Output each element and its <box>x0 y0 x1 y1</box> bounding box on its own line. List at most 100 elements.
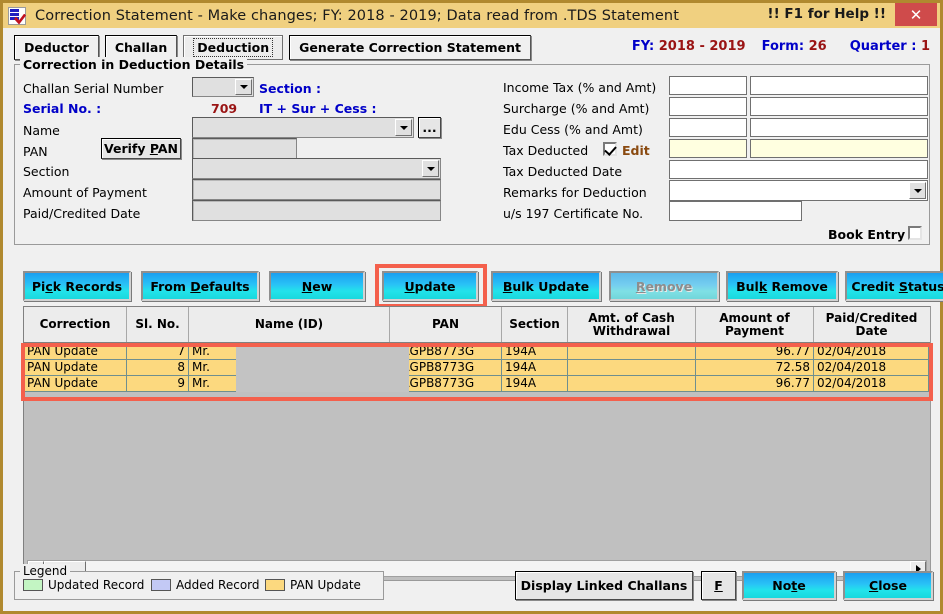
fy-value: 2018 - 2019 <box>658 39 746 54</box>
new-label: New <box>301 278 333 294</box>
grid-col-paid-credited-date[interactable]: Paid/Credited Date <box>814 307 929 342</box>
cell-cash-withdrawal <box>568 376 696 392</box>
chevron-down-icon[interactable] <box>422 160 439 177</box>
legend-item-updated-record: Updated Record <box>23 578 144 592</box>
remove-label: Remove <box>635 278 693 294</box>
verify-pan-button[interactable]: Verify PAN <box>101 138 181 159</box>
income-tax-percent-input[interactable] <box>669 76 747 95</box>
cell-date: 02/04/2018 <box>814 360 929 376</box>
cell-sl-no: 7 <box>127 344 189 360</box>
section-combo[interactable] <box>192 158 441 179</box>
book-entry-label: Book Entry <box>828 227 906 242</box>
tax-deducted-date-input[interactable] <box>669 160 928 179</box>
verify-pan-label: Verify PAN <box>103 141 178 156</box>
note-button[interactable]: Note <box>742 571 836 600</box>
tax-deducted-percent-input[interactable] <box>669 139 747 158</box>
grid-body: PAN Update 7 Mr. AAGPB8773G 194A 96.77 0… <box>24 344 930 392</box>
amount-of-payment-input[interactable] <box>192 179 441 200</box>
tds-document-check-icon <box>8 6 26 25</box>
display-linked-challans-button[interactable]: Display Linked Challans <box>515 571 693 600</box>
update-label: Update <box>404 278 456 294</box>
remarks-for-deduction-combo[interactable] <box>669 180 928 201</box>
tab-generate-correction-statement[interactable]: Generate Correction Statement <box>289 35 531 60</box>
cell-section: 194A <box>502 360 568 376</box>
pick-records-label: Pick Records <box>31 278 123 294</box>
table-row[interactable]: PAN Update 7 Mr. AAGPB8773G 194A 96.77 0… <box>24 344 930 360</box>
table-row[interactable]: PAN Update 8 Mr. AAGPB8773G 194A 72.58 0… <box>24 360 930 376</box>
label-surcharge: Surcharge (% and Amt) <box>503 101 650 116</box>
grid-col-pan[interactable]: PAN <box>390 307 502 342</box>
legend-swatch-added <box>151 579 171 591</box>
grid-col-amount-of-payment[interactable]: Amount of Payment <box>696 307 814 342</box>
cell-date: 02/04/2018 <box>814 344 929 360</box>
label-us-197-certificate-no: u/s 197 Certificate No. <box>503 206 644 221</box>
tab-deductor-label: Deductor <box>24 40 89 55</box>
window-title: Correction Statement - Make changes; FY:… <box>35 7 679 24</box>
legend-label-added: Added Record <box>176 578 260 592</box>
close-icon[interactable]: ✕ <box>895 3 937 26</box>
grid-col-section[interactable]: Section <box>502 307 568 342</box>
name-browse-button[interactable]: ... <box>418 117 441 138</box>
cell-date: 02/04/2018 <box>814 376 929 392</box>
chevron-down-icon[interactable] <box>395 119 412 136</box>
close-button[interactable]: Close <box>843 571 933 600</box>
edu-cess-percent-input[interactable] <box>669 118 747 137</box>
table-row[interactable]: PAN Update 9 Mr. AAGPB8773G 194A 96.77 0… <box>24 376 930 392</box>
label-section-display: Section : <box>259 81 321 96</box>
us-197-certificate-no-input[interactable] <box>669 201 802 221</box>
grid-col-correction[interactable]: Correction <box>24 307 127 342</box>
credit-status-button[interactable]: Credit Status <box>845 271 943 301</box>
remove-button: Remove <box>609 271 719 301</box>
challan-serial-number-combo[interactable] <box>192 77 254 97</box>
grid-header-row: Correction Sl. No. Name (ID) PAN Section… <box>24 307 930 343</box>
cell-sl-no: 9 <box>127 376 189 392</box>
surcharge-percent-input[interactable] <box>669 97 747 116</box>
tax-deducted-amount-input[interactable] <box>750 139 928 158</box>
tab-generate-correction-statement-label: Generate Correction Statement <box>299 40 521 55</box>
f-button[interactable]: F <box>701 571 736 600</box>
from-defaults-button[interactable]: From Defaults <box>141 271 259 301</box>
label-remarks-for-deduction: Remarks for Deduction <box>503 185 647 200</box>
label-name: Name <box>23 123 60 138</box>
chevron-down-icon[interactable] <box>235 79 252 95</box>
name-combo[interactable] <box>192 117 414 138</box>
label-income-tax: Income Tax (% and Amt) <box>503 80 657 95</box>
grid-col-cash-withdrawal[interactable]: Amt. of Cash Withdrawal <box>568 307 696 342</box>
label-serial-no: Serial No. : <box>23 101 102 116</box>
grid-col-sl-no[interactable]: Sl. No. <box>127 307 189 342</box>
legend-title: Legend <box>20 564 71 578</box>
cell-amount: 96.77 <box>696 376 814 392</box>
book-entry-checkbox[interactable] <box>908 226 922 240</box>
edu-cess-amount-input[interactable] <box>750 118 928 137</box>
cell-cash-withdrawal <box>568 360 696 376</box>
group-title: Correction in Deduction Details <box>20 57 248 72</box>
edit-checkbox-label: Edit <box>622 143 650 158</box>
bulk-remove-label: Bulk Remove <box>736 278 828 294</box>
label-amount-of-payment: Amount of Payment <box>23 185 147 200</box>
form-value: 26 <box>808 39 827 54</box>
redacted-name-overlay <box>236 344 409 392</box>
label-pan: PAN <box>23 144 48 159</box>
cell-section: 194A <box>502 376 568 392</box>
f1-help-hint: !! F1 for Help !! <box>767 6 886 22</box>
bulk-update-button[interactable]: Bulk Update <box>491 271 601 301</box>
update-button[interactable]: Update <box>382 271 478 301</box>
serial-no-value: 709 <box>211 101 238 116</box>
pick-records-button[interactable]: Pick Records <box>23 271 131 301</box>
income-tax-amount-input[interactable] <box>750 76 928 95</box>
edit-checkbox[interactable] <box>603 142 617 156</box>
new-button[interactable]: New <box>269 271 365 301</box>
application-window: Correction Statement - Make changes; FY:… <box>0 0 943 614</box>
label-section: Section <box>23 164 70 179</box>
statement-info: FY: 2018 - 2019 Form: 26 Quarter : 1 <box>632 39 930 54</box>
cell-section: 194A <box>502 344 568 360</box>
bulk-update-label: Bulk Update <box>502 278 590 294</box>
label-tax-deducted: Tax Deducted <box>503 143 589 158</box>
paid-credited-date-input[interactable] <box>192 200 441 221</box>
surcharge-amount-input[interactable] <box>750 97 928 116</box>
chevron-down-icon[interactable] <box>909 182 926 199</box>
pan-input[interactable] <box>192 138 297 159</box>
bulk-remove-button[interactable]: Bulk Remove <box>726 271 838 301</box>
grid-col-name-id[interactable]: Name (ID) <box>189 307 390 342</box>
title-bar: Correction Statement - Make changes; FY:… <box>3 3 940 28</box>
